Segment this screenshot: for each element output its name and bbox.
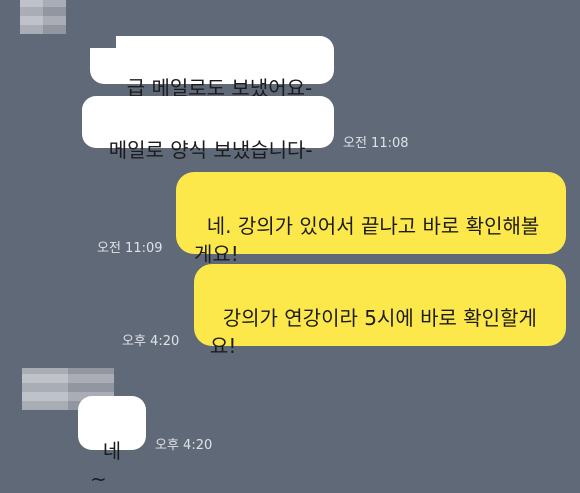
message-text: 네~ xyxy=(90,439,122,491)
redaction-patch xyxy=(90,36,116,48)
outgoing-message-bubble[interactable]: 네. 강의가 있어서 끝나고 바로 확인해볼게요! xyxy=(176,172,566,266)
message-text: 강의가 연강이라 5시에 바로 확인할게요! xyxy=(210,306,537,358)
message-text: 메일로 양식 보냈습니다- xyxy=(108,138,313,162)
incoming-message-bubble[interactable]: 메일로 양식 보냈습니다- xyxy=(82,96,334,162)
message-text: 네. 강의가 있어서 끝나고 바로 확인해볼게요! xyxy=(194,214,540,266)
message-timestamp: 오후 4:20 xyxy=(155,438,213,453)
message-timestamp: 오후 4:20 xyxy=(122,334,180,349)
incoming-message-bubble[interactable]: 네~ xyxy=(78,396,146,491)
message-timestamp: 오전 11:08 xyxy=(343,136,409,151)
message-timestamp: 오전 11:09 xyxy=(97,241,163,256)
incoming-message-bubble[interactable]: 급 메일로도 보냈어요- xyxy=(90,36,334,100)
sender-avatar[interactable] xyxy=(20,0,66,34)
outgoing-message-bubble[interactable]: 강의가 연강이라 5시에 바로 확인할게요! xyxy=(194,264,566,358)
